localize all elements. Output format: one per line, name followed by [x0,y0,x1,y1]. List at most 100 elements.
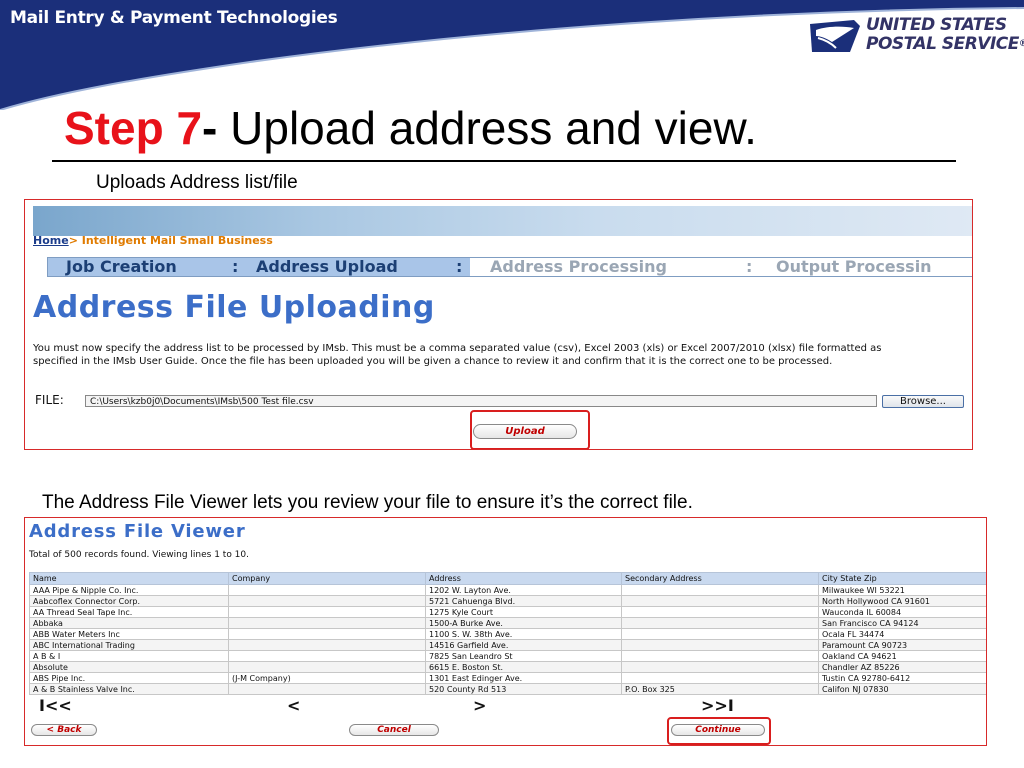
subtitle-viewer: The Address File Viewer lets you review … [42,492,693,513]
last-page-link[interactable]: >>I [701,696,734,715]
cell-company [228,628,426,640]
cell-address: 1202 W. Layton Ave. [425,584,622,596]
cell-city: Oakland CA 94621 [818,650,986,662]
cell-secondary [621,661,819,673]
cell-secondary: P.O. Box 325 [621,683,819,695]
cell-address: 5721 Cahuenga Blvd. [425,595,622,607]
step-label: Step 7 [64,102,203,154]
viewer-screenshot: Address File Viewer Total of 500 records… [24,517,987,746]
records-summary: Total of 500 records found. Viewing line… [29,550,249,560]
cell-name: A & B Stainless Valve Inc. [29,683,229,695]
cell-company [228,584,426,596]
cell-secondary [621,628,819,640]
logo-line2: POSTAL SERVICE [866,34,1019,54]
upload-instructions: You must now specify the address list to… [33,343,882,367]
step-address-processing: Address Processing [490,257,667,276]
col-company-header: Company [228,572,426,585]
cell-company [228,650,426,662]
breadcrumb-current: > Intelligent Mail Small Business [68,234,273,247]
cell-company [228,606,426,618]
table-row: ABB Water Meters Inc 1100 S. W. 38th Ave.… [29,628,986,640]
cell-name: Abbaka [29,617,229,629]
cell-name: Aabcoflex Connector Corp. [29,595,229,607]
cell-name: AA Thread Seal Tape Inc. [29,606,229,618]
browse-button[interactable]: Browse... [882,395,964,408]
table-body: AAA Pipe & Nipple Co. Inc. 1202 W. Layton… [29,584,986,695]
cell-city: Califon NJ 07830 [818,683,986,695]
continue-button[interactable]: Continue [671,724,765,736]
step-title: Upload address and view. [217,102,757,154]
cell-company [228,617,426,629]
eagle-icon [810,20,860,52]
cell-company [228,683,426,695]
title-rule [52,160,956,162]
back-button[interactable]: < Back [31,724,97,736]
next-page-link[interactable]: > [473,696,486,715]
cell-address: 14516 Garfield Ave. [425,639,622,651]
cell-city: Chandler AZ 85226 [818,661,986,673]
breadcrumb-home-link[interactable]: Home [33,234,69,247]
col-address-header: Address [425,572,622,585]
cell-name: ABB Water Meters Inc [29,628,229,640]
col-name-header: Name [29,572,229,585]
logo-line1: UNITED STATES [866,15,1007,35]
cell-company [228,595,426,607]
cell-company [228,639,426,651]
file-path-input[interactable]: C:\Users\kzb0j0\Documents\IMsb\500 Test … [85,395,877,407]
table-row: Aabcoflex Connector Corp. 5721 Cahuenga B… [29,595,986,607]
cell-company: (J-M Company) [228,672,426,684]
site-banner [33,206,972,236]
file-label: FILE: [35,393,64,407]
step-output-processing: Output Processin [776,257,932,276]
usps-logo: UNITED STATES POSTAL SERVICE® [808,14,1024,58]
subtitle-upload: Uploads Address list/file [96,172,298,193]
cell-secondary [621,639,819,651]
cell-city: Ocala FL 34474 [818,628,986,640]
viewer-heading: Address File Viewer [29,521,246,542]
progress-steps: Job Creation : Address Upload : Address … [47,257,972,277]
step-address-upload: Address Upload [256,257,398,276]
step-dash: - [202,102,218,154]
cell-city: Tustin CA 92780-6412 [818,672,986,684]
table-row: AAA Pipe & Nipple Co. Inc. 1202 W. Layton… [29,584,986,596]
cell-address: 6615 E. Boston St. [425,661,622,673]
cell-company [228,661,426,673]
cancel-button[interactable]: Cancel [349,724,439,736]
cell-name: Absolute [29,661,229,673]
cell-address: 1500-A Burke Ave. [425,617,622,629]
cell-name: ABS Pipe Inc. [29,672,229,684]
prev-page-link[interactable]: < [287,696,300,715]
step-job-creation: Job Creation [66,257,177,276]
table-row: Absolute 6615 E. Boston St. Chandler AZ 85… [29,661,986,673]
cell-name: ABC International Trading [29,639,229,651]
cell-city: North Hollywood CA 91601 [818,595,986,607]
cell-address: 1301 East Edinger Ave. [425,672,622,684]
table-header-row: Name Company Address Secondary Address C… [29,572,986,585]
table-row: ABC International Trading 14516 Garfield … [29,639,986,651]
step-separator: : [746,257,753,276]
cell-city: Wauconda IL 60084 [818,606,986,618]
col-secondary-header: Secondary Address [621,572,819,585]
cell-secondary [621,672,819,684]
cell-name: A B & I [29,650,229,662]
cell-address: 7825 San Leandro St [425,650,622,662]
pending-steps: Address Processing : Output Processin [470,257,972,276]
cell-secondary [621,584,819,596]
cell-secondary [621,606,819,618]
first-page-link[interactable]: I<< [39,696,72,715]
cell-address: 520 County Rd 513 [425,683,622,695]
table-row: AA Thread Seal Tape Inc. 1275 Kyle Court W… [29,606,986,618]
cell-secondary [621,650,819,662]
step-separator: : [456,257,463,276]
cell-city: Milwaukee WI 53221 [818,584,986,596]
table-row: Abbaka 1500-A Burke Ave. San Francisco CA … [29,617,986,629]
upload-button[interactable]: Upload [473,424,577,439]
table-row: ABS Pipe Inc. (J-M Company) 1301 East Edin… [29,672,986,684]
header-title: Mail Entry & Payment Technologies [10,8,338,28]
cell-city: San Francisco CA 94124 [818,617,986,629]
cell-city: Paramount CA 90723 [818,639,986,651]
table-row: A B & I 7825 San Leandro St Oakland CA 946… [29,650,986,662]
slide-title: Step 7- Upload address and view. [64,100,757,156]
step-separator: : [232,257,239,276]
cell-secondary [621,595,819,607]
